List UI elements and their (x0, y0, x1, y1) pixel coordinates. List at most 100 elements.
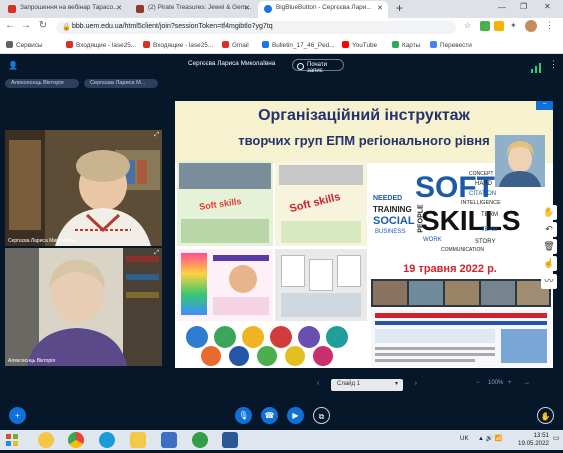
minimize-button[interactable]: — (498, 3, 506, 12)
hand-tool-icon[interactable]: ✋ (541, 205, 557, 220)
next-slide-icon[interactable]: › (415, 380, 417, 387)
url-input[interactable]: 🔒 bbb.uem.edu.ua/html5client/join?sessio… (56, 21, 456, 34)
back-icon[interactable]: ← (4, 20, 16, 34)
tab-label: (2) Pirate Treasures: Jewel & Gem... (148, 4, 252, 11)
zoom-out-icon[interactable]: − (476, 380, 480, 386)
soft-skills-word-cloud: SOFT SKILLS NEEDED TRAINING SOCIAL HARD … (371, 165, 521, 261)
actions-plus-button[interactable]: + (9, 407, 26, 424)
expand-icon[interactable]: ⤢ (154, 250, 159, 257)
collage-documents (275, 249, 367, 321)
maps-icon (392, 41, 399, 48)
extension-icon[interactable] (494, 21, 504, 31)
users-toggle-icon[interactable]: 👤 (8, 61, 18, 70)
bookmark-translate[interactable]: Перевести (430, 41, 472, 49)
webcam-presenter[interactable]: Сергєєва Лариса Миколаївна ⤢ (5, 130, 162, 246)
slide-title: Організаційний інструктаж (258, 107, 470, 124)
windows-start-icon[interactable] (4, 432, 20, 448)
bookmarks-bar: Сервисы Входящие - lase25... Входящие - … (0, 37, 563, 54)
word-cloud-term: CITATION (469, 191, 497, 197)
tab-bigbluebutton[interactable]: BigBlueButton - Сергєєва Лари... ✕ (258, 1, 388, 18)
mail-icon (66, 41, 73, 48)
record-button[interactable]: Почати запис (292, 59, 344, 74)
firefox-icon[interactable] (38, 432, 54, 448)
reload-icon[interactable]: ↻ (37, 20, 49, 34)
bookmark-inbox-1[interactable]: Входящие - lase25... (66, 41, 136, 49)
forward-icon[interactable]: → (20, 20, 32, 34)
media-player-icon[interactable] (161, 432, 177, 448)
close-icon[interactable]: ✕ (377, 4, 383, 12)
soft-skills-label: Soft skills (198, 196, 243, 212)
bookmark-label: Входящие - lase25... (76, 42, 137, 49)
browser-tab-bar: Запрошення на вебінар Тарасо... ✕ (2) Pi… (0, 0, 563, 18)
notifications-icon[interactable]: ▭ (553, 434, 560, 442)
slide-number-label: Слайд 1 (337, 381, 361, 387)
close-icon[interactable]: ✕ (116, 4, 122, 12)
language-indicator[interactable]: UK (460, 435, 469, 442)
bookmark-label: YouTube (352, 42, 378, 49)
gmail-icon (8, 5, 16, 13)
word-cloud-term: TEAM (481, 227, 498, 233)
bookmark-inbox-2[interactable]: Входящие - lase25... (143, 41, 213, 49)
bookmark-maps[interactable]: Карты (392, 41, 420, 49)
new-tab-button[interactable]: + (396, 1, 403, 15)
word-cloud-term: HARD (475, 181, 493, 187)
tray-icons[interactable]: ▲ 🔊 📶 (478, 435, 502, 442)
chrome-icon[interactable] (68, 432, 84, 448)
clock-time: 13:51 (533, 432, 549, 439)
restore-button[interactable]: ❐ (520, 2, 527, 11)
participant-pill[interactable]: Сергєєва Лариса М... (84, 79, 158, 88)
menu-icon[interactable]: ⋮ (545, 20, 554, 31)
collage-photo-soft-skills-2: Soft skills (275, 161, 367, 246)
multi-user-icon[interactable]: ☝ (541, 256, 557, 271)
presentation-slide[interactable]: Організаційний інструктаж творчих груп Е… (175, 101, 553, 368)
word-skills: SKILLS (421, 205, 521, 236)
participant-name: Алексеєнць Вікторія (11, 80, 64, 86)
bookmark-bulletin[interactable]: Bulletin_17_46_Ped... (262, 41, 335, 49)
word-cloud-term: INTELLIGENCE (461, 200, 501, 206)
delete-icon[interactable]: 🗑 (541, 239, 557, 254)
participant-pill[interactable]: Алексеєнць Вікторія (5, 79, 79, 88)
camera-button[interactable]: ▶ (287, 407, 304, 424)
word-cloud-term: TRAINING (373, 205, 412, 214)
close-window-button[interactable]: ✕ (544, 2, 551, 11)
word-cloud-term: STORY (475, 239, 496, 245)
word-cloud-term: PEOPLE (417, 204, 425, 233)
connection-status-icon[interactable] (531, 60, 541, 73)
prev-slide-icon[interactable]: ‹ (317, 380, 319, 387)
meeting-action-bar (0, 396, 563, 430)
fit-width-icon[interactable]: ↔ (524, 380, 530, 386)
microphone-button[interactable]: 🎙 (235, 407, 252, 424)
close-icon[interactable]: ✕ (244, 4, 250, 12)
bookmark-youtube[interactable]: YouTube (342, 41, 377, 49)
expand-icon[interactable]: ⤢ (154, 132, 159, 139)
tab-pirate-treasures[interactable]: (2) Pirate Treasures: Jewel & Gem... ✕ (130, 1, 255, 18)
star-icon[interactable]: ☆ (464, 21, 471, 30)
word-icon[interactable] (222, 432, 238, 448)
file-explorer-icon[interactable] (130, 432, 146, 448)
webcam-name-label: Сергєєва Лариса Миколаївна (8, 238, 77, 244)
tab-webinar-invite[interactable]: Запрошення на вебінар Тарасо... ✕ (2, 1, 127, 18)
audio-phone-button[interactable]: ☎ (261, 407, 278, 424)
puzzle-icon[interactable]: ✦ (510, 21, 517, 30)
undo-icon[interactable]: ↶ (541, 222, 557, 237)
avatar[interactable] (525, 20, 537, 32)
chevron-down-icon: ▾ (394, 381, 398, 387)
curve-tool-icon[interactable]: 〰 (541, 274, 557, 289)
bookmark-label: Перевести (440, 42, 472, 49)
email-app-icon[interactable] (192, 432, 208, 448)
zoom-level[interactable]: 100% (488, 380, 503, 386)
slide-selector[interactable]: ‹ Слайд 1 ▾ › (317, 379, 417, 391)
game-icon (136, 5, 144, 13)
webcam-participant[interactable]: Алексеєнць Вікторія ⤢ (5, 248, 162, 366)
bookmark-gmail[interactable]: Gmail (222, 41, 249, 49)
options-menu-icon[interactable]: ⋮ (549, 59, 558, 70)
edge-icon[interactable] (99, 432, 115, 448)
minimize-presentation-button[interactable]: − (536, 101, 553, 110)
bookmark-services[interactable]: Сервисы (6, 41, 42, 49)
extension-icon[interactable] (480, 21, 490, 31)
zoom-in-icon[interactable]: + (508, 380, 512, 386)
system-clock[interactable]: 13:51 19.05.2022 (518, 432, 549, 448)
raise-hand-button[interactable]: ✋ (537, 407, 554, 424)
bbb-icon (264, 5, 272, 13)
screen-share-button[interactable]: ⧉ (313, 407, 330, 424)
